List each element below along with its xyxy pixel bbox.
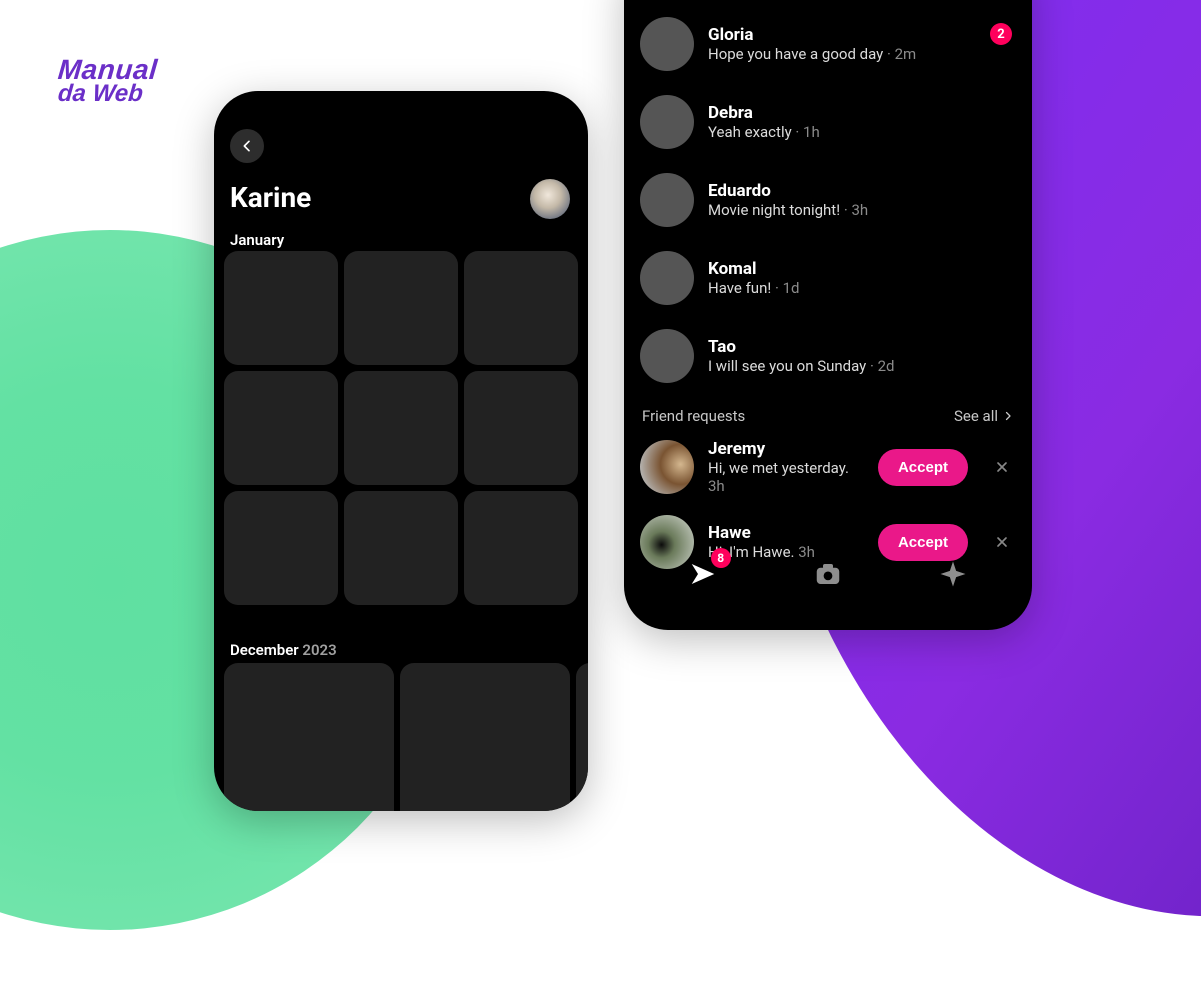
friend-request-row: Jeremy Hi, we met yesterday. 3h Accept xyxy=(640,429,1016,505)
chevron-right-icon xyxy=(1002,410,1014,422)
nav-sparkle[interactable] xyxy=(933,554,973,594)
chat-avatar[interactable] xyxy=(640,251,694,305)
photo-thumb[interactable] xyxy=(344,251,458,365)
photo-thumb[interactable] xyxy=(576,663,588,811)
month-label-december: December 2023 xyxy=(230,641,337,659)
phone-chat: Gloria Hope you have a good day · 2m 2 D… xyxy=(624,0,1032,630)
photo-thumb[interactable] xyxy=(400,663,570,811)
chat-avatar[interactable] xyxy=(640,95,694,149)
chat-avatar[interactable] xyxy=(640,17,694,71)
back-button[interactable] xyxy=(230,129,264,163)
chat-row[interactable]: Gloria Hope you have a good day · 2m 2 xyxy=(640,5,1016,83)
phone-gallery: Karine January December 2023 xyxy=(214,91,588,811)
accept-button[interactable]: Accept xyxy=(878,449,968,486)
chat-preview: Yeah exactly · 1h xyxy=(708,123,820,141)
month-text: December xyxy=(230,641,299,659)
photo-thumb[interactable] xyxy=(464,491,578,605)
chat-preview: Have fun! · 1d xyxy=(708,279,799,297)
site-logo: Manual da Web xyxy=(58,56,157,106)
request-avatar[interactable] xyxy=(640,440,694,494)
month-label-january: January xyxy=(230,231,284,249)
chat-name: Tao xyxy=(708,337,895,357)
request-name: Hawe xyxy=(708,523,864,543)
photo-grid-january xyxy=(224,251,578,605)
sparkle-icon xyxy=(938,559,968,589)
profile-avatar[interactable] xyxy=(530,179,570,219)
friend-requests-header: Friend requests See all xyxy=(640,399,1016,429)
nav-camera[interactable] xyxy=(808,554,848,594)
see-all-link[interactable]: See all xyxy=(954,407,1014,425)
photo-thumb[interactable] xyxy=(224,491,338,605)
request-message: Hi, we met yesterday. 3h xyxy=(708,459,864,495)
photo-thumb[interactable] xyxy=(224,663,394,811)
photo-thumb[interactable] xyxy=(224,251,338,365)
chat-preview: Movie night tonight! · 3h xyxy=(708,201,868,219)
chat-name: Eduardo xyxy=(708,181,868,201)
photo-thumb[interactable] xyxy=(344,491,458,605)
chat-row[interactable]: Tao I will see you on Sunday · 2d xyxy=(640,317,1016,395)
photo-thumb[interactable] xyxy=(344,371,458,485)
chat-row[interactable]: Debra Yeah exactly · 1h xyxy=(640,83,1016,161)
profile-name: Karine xyxy=(230,181,311,214)
chat-list-container: Gloria Hope you have a good day · 2m 2 D… xyxy=(640,5,1016,579)
chat-preview: I will see you on Sunday · 2d xyxy=(708,357,895,375)
nav-send[interactable]: 8 xyxy=(683,554,723,594)
chat-name: Debra xyxy=(708,103,820,123)
chat-name: Gloria xyxy=(708,25,916,45)
chat-row[interactable]: Eduardo Movie night tonight! · 3h xyxy=(640,161,1016,239)
year-text: 2023 xyxy=(302,641,336,659)
chat-avatar[interactable] xyxy=(640,329,694,383)
chat-name: Komal xyxy=(708,259,799,279)
unread-badge: 2 xyxy=(990,23,1012,45)
chat-row[interactable]: Komal Have fun! · 1d xyxy=(640,239,1016,317)
photo-thumb[interactable] xyxy=(464,371,578,485)
section-title: Friend requests xyxy=(642,407,745,425)
chevron-left-icon xyxy=(239,138,255,154)
nav-send-badge: 8 xyxy=(711,548,731,568)
logo-line2: da Web xyxy=(57,82,159,106)
chat-preview: Hope you have a good day · 2m xyxy=(708,45,916,63)
dismiss-button[interactable] xyxy=(988,453,1016,481)
bottom-nav: 8 xyxy=(640,546,1016,602)
camera-icon xyxy=(813,559,843,589)
close-icon xyxy=(994,459,1010,475)
photo-grid-december xyxy=(224,663,578,811)
chat-avatar[interactable] xyxy=(640,173,694,227)
photo-thumb[interactable] xyxy=(224,371,338,485)
photo-thumb[interactable] xyxy=(464,251,578,365)
request-name: Jeremy xyxy=(708,439,864,459)
